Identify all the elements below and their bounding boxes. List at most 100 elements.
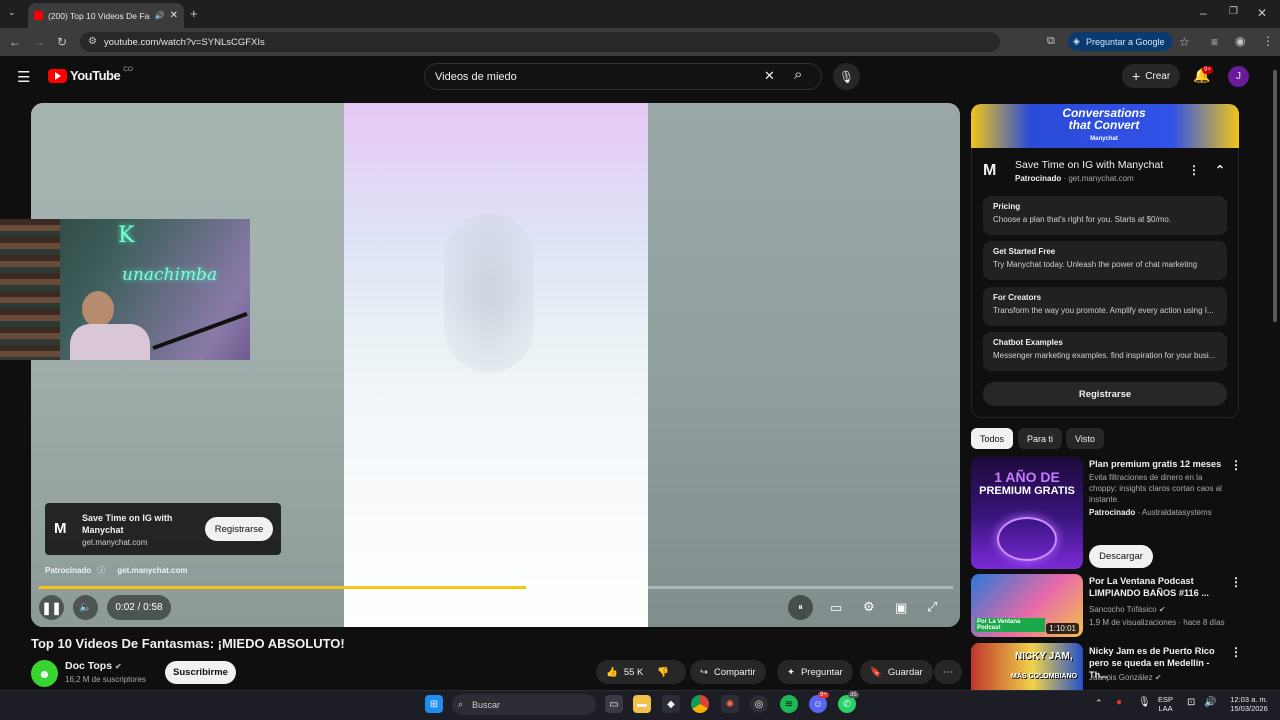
scrollbar-thumb[interactable] (1273, 70, 1277, 322)
neon-k-sign: K (118, 223, 135, 248)
share-button[interactable]: ↪ Compartir (690, 660, 766, 684)
minimize-icon[interactable]: – (1200, 7, 1207, 19)
clear-search-icon[interactable]: ✕ (764, 68, 775, 84)
rec-title-1[interactable]: Plan premium gratis 12 meses (1089, 458, 1227, 470)
rec-menu-icon-3[interactable]: ⋮ (1230, 645, 1242, 659)
forward-icon[interactable]: → (33, 36, 45, 48)
sitelink-chatbot-examples[interactable]: Chatbot Examples Messenger marketing exa… (983, 332, 1227, 371)
settings-gear-icon[interactable]: ⚙ (863, 599, 875, 615)
sitelink-get-started[interactable]: Get Started Free Try Manychat today. Unl… (983, 241, 1227, 280)
rec-menu-icon-1[interactable]: ⋮ (1230, 458, 1242, 472)
channel-name-row[interactable]: Doc Tops ✔ (65, 660, 122, 672)
account-avatar[interactable]: J (1228, 66, 1249, 87)
player-overlay-ad[interactable]: M Save Time on IG with Manychat get.many… (45, 503, 281, 555)
reload-icon[interactable]: ↻ (57, 36, 67, 48)
chip-visto[interactable]: Visto (1066, 428, 1104, 449)
theater-mode-icon[interactable]: ▣ (895, 600, 907, 616)
sitelink-for-creators[interactable]: For Creators Transform the way you promo… (983, 287, 1227, 326)
language-indicator[interactable]: ESP LAA (1158, 695, 1173, 713)
download-button[interactable]: Descargar (1089, 545, 1153, 568)
rec-thumbnail-3[interactable]: NICKY JAM, MÁS COLOMBIANO (971, 643, 1083, 690)
url-text: youtube.com/watch?v=SYNLsCGFXIs (104, 36, 265, 48)
clock[interactable]: 12:03 a. m. 15/03/2026 (1223, 695, 1275, 713)
sponsored-domain[interactable]: get.manychat.com (117, 566, 187, 575)
like-count[interactable]: 55 K (624, 667, 644, 678)
thumbs-up-icon[interactable]: 👍 (606, 667, 618, 678)
sidebar-ad-banner[interactable]: Conversations that Convert Manychat (971, 104, 1239, 148)
volume-tray-icon[interactable]: 🔊 (1204, 697, 1216, 708)
overlay-ad-register-button[interactable]: Registrarse (205, 517, 273, 541)
rec-channel-2[interactable]: Sancocho Trifásico ✔ (1089, 604, 1229, 615)
file-explorer-icon[interactable]: ▬ (633, 695, 651, 713)
tray-app-icon[interactable]: ● (1116, 697, 1122, 708)
create-button[interactable]: + Crear (1122, 64, 1181, 88)
taskbar-search[interactable]: ⌕ Buscar (452, 694, 596, 715)
page-scrollbar[interactable] (1270, 56, 1280, 690)
thumb-line-2: PREMIUM GRATIS (979, 485, 1075, 497)
spotify-icon[interactable]: ≋ (780, 695, 798, 713)
ask-google-button[interactable]: ◈ Preguntar a Google (1068, 32, 1173, 51)
youtube-logo[interactable]: YouTube CO (48, 66, 133, 83)
info-icon[interactable]: ⓘ (97, 565, 105, 576)
sitelink-pricing[interactable]: Pricing Choose a plan that's right for y… (983, 196, 1227, 235)
ask-button[interactable]: ✦ Preguntar (777, 660, 853, 684)
rec-title-2[interactable]: Por La Ventana Podcast LIMPIANDO BAÑOS #… (1089, 575, 1227, 599)
sidebar-ad-register-button[interactable]: Registrarse (983, 382, 1227, 406)
pause-button[interactable]: ❚❚ (39, 595, 64, 620)
tab-close-icon[interactable]: ✕ (170, 10, 178, 21)
plus-icon: + (1132, 68, 1141, 84)
rec-menu-icon-2[interactable]: ⋮ (1230, 575, 1242, 589)
restore-icon[interactable]: ❐ (1229, 7, 1238, 17)
window-close-icon[interactable]: ✕ (1257, 7, 1267, 19)
alien-app-icon[interactable]: ◆ (662, 695, 680, 713)
sidebar-ad-title[interactable]: Save Time on IG with Manychat (1015, 159, 1163, 171)
network-icon[interactable]: ⊡ (1187, 697, 1195, 708)
new-tab-icon[interactable]: + (190, 7, 198, 20)
tray-chevron-icon[interactable]: ⌃ (1095, 698, 1103, 709)
capture-app-icon[interactable]: ✺ (721, 695, 739, 713)
search-icon[interactable]: ⌕ (794, 66, 802, 83)
rec-channel-3[interactable]: Juanpis González ✔ (1089, 672, 1229, 683)
rec-thumbnail-1[interactable]: 1 AÑO DE PREMIUM GRATIS (971, 457, 1083, 569)
tab-search-icon[interactable]: ⌄ (8, 8, 16, 17)
task-view-icon[interactable]: ▭ (605, 695, 623, 713)
rec-thumbnail-2[interactable]: Por La Ventana Podcast 1:10:01 (971, 574, 1083, 637)
address-bar[interactable]: youtube.com/watch?v=SYNLsCGFXIs (80, 32, 1000, 52)
tray-mic-icon[interactable]: 🎙 (1138, 697, 1151, 708)
install-app-icon[interactable]: ⧉ (1047, 36, 1055, 47)
chip-todos[interactable]: Todos (971, 428, 1014, 449)
channel-name[interactable]: Doc Tops (65, 660, 112, 672)
obs-icon[interactable]: ◎ (750, 695, 768, 713)
windows-start-icon[interactable]: ⊞ (425, 695, 443, 713)
save-button[interactable]: 🔖 Guardar (860, 660, 933, 684)
ad-menu-icon[interactable]: ⋮ (1188, 163, 1200, 177)
thumb-line-1: NICKY JAM, (1015, 651, 1073, 662)
channel-avatar[interactable]: ☻ (31, 660, 58, 687)
search-input[interactable]: Videos de miedo (424, 63, 822, 90)
profile-icon[interactable]: ◉ (1235, 35, 1245, 47)
rec-desc-1: Evita filtraciones de dinero en la chopp… (1089, 473, 1222, 504)
collapse-chevron-icon[interactable]: ⌃ (1215, 163, 1225, 177)
voice-search-button[interactable]: 🎙 (833, 63, 860, 90)
progress-bar[interactable] (39, 586, 953, 589)
media-controls-icon[interactable]: ≡ (1211, 36, 1218, 48)
taskbar-search-placeholder: Buscar (472, 699, 501, 710)
browser-menu-icon[interactable]: ⋮ (1262, 35, 1274, 47)
back-icon[interactable]: ← (9, 36, 21, 48)
speaker-icon[interactable]: 🔊 (155, 11, 165, 20)
thumbs-down-icon[interactable]: 👎 (657, 667, 669, 678)
subscribe-button[interactable]: Suscribirme (165, 661, 236, 684)
ghost-figure (444, 213, 534, 373)
site-info-icon[interactable]: ⚙ (88, 37, 97, 47)
subtitles-icon[interactable]: ▭ (830, 600, 842, 616)
browser-tab-active[interactable]: (200) Top 10 Videos De Fantasmas 🔊 ✕ (28, 3, 184, 28)
bookmark-star-icon[interactable]: ☆ (1179, 36, 1190, 48)
chrome-icon[interactable] (691, 695, 709, 713)
chip-para-ti[interactable]: Para ti (1018, 428, 1063, 449)
more-actions-button[interactable]: ⋯ (934, 660, 962, 684)
volume-button[interactable]: 🔈 (73, 595, 98, 620)
ask-google-label: Preguntar a Google (1086, 36, 1165, 47)
hamburger-menu-icon[interactable]: ☰ (17, 68, 30, 86)
autoplay-toggle[interactable]: ⏸ (788, 595, 813, 620)
fullscreen-icon[interactable]: ⤢ (927, 599, 937, 615)
